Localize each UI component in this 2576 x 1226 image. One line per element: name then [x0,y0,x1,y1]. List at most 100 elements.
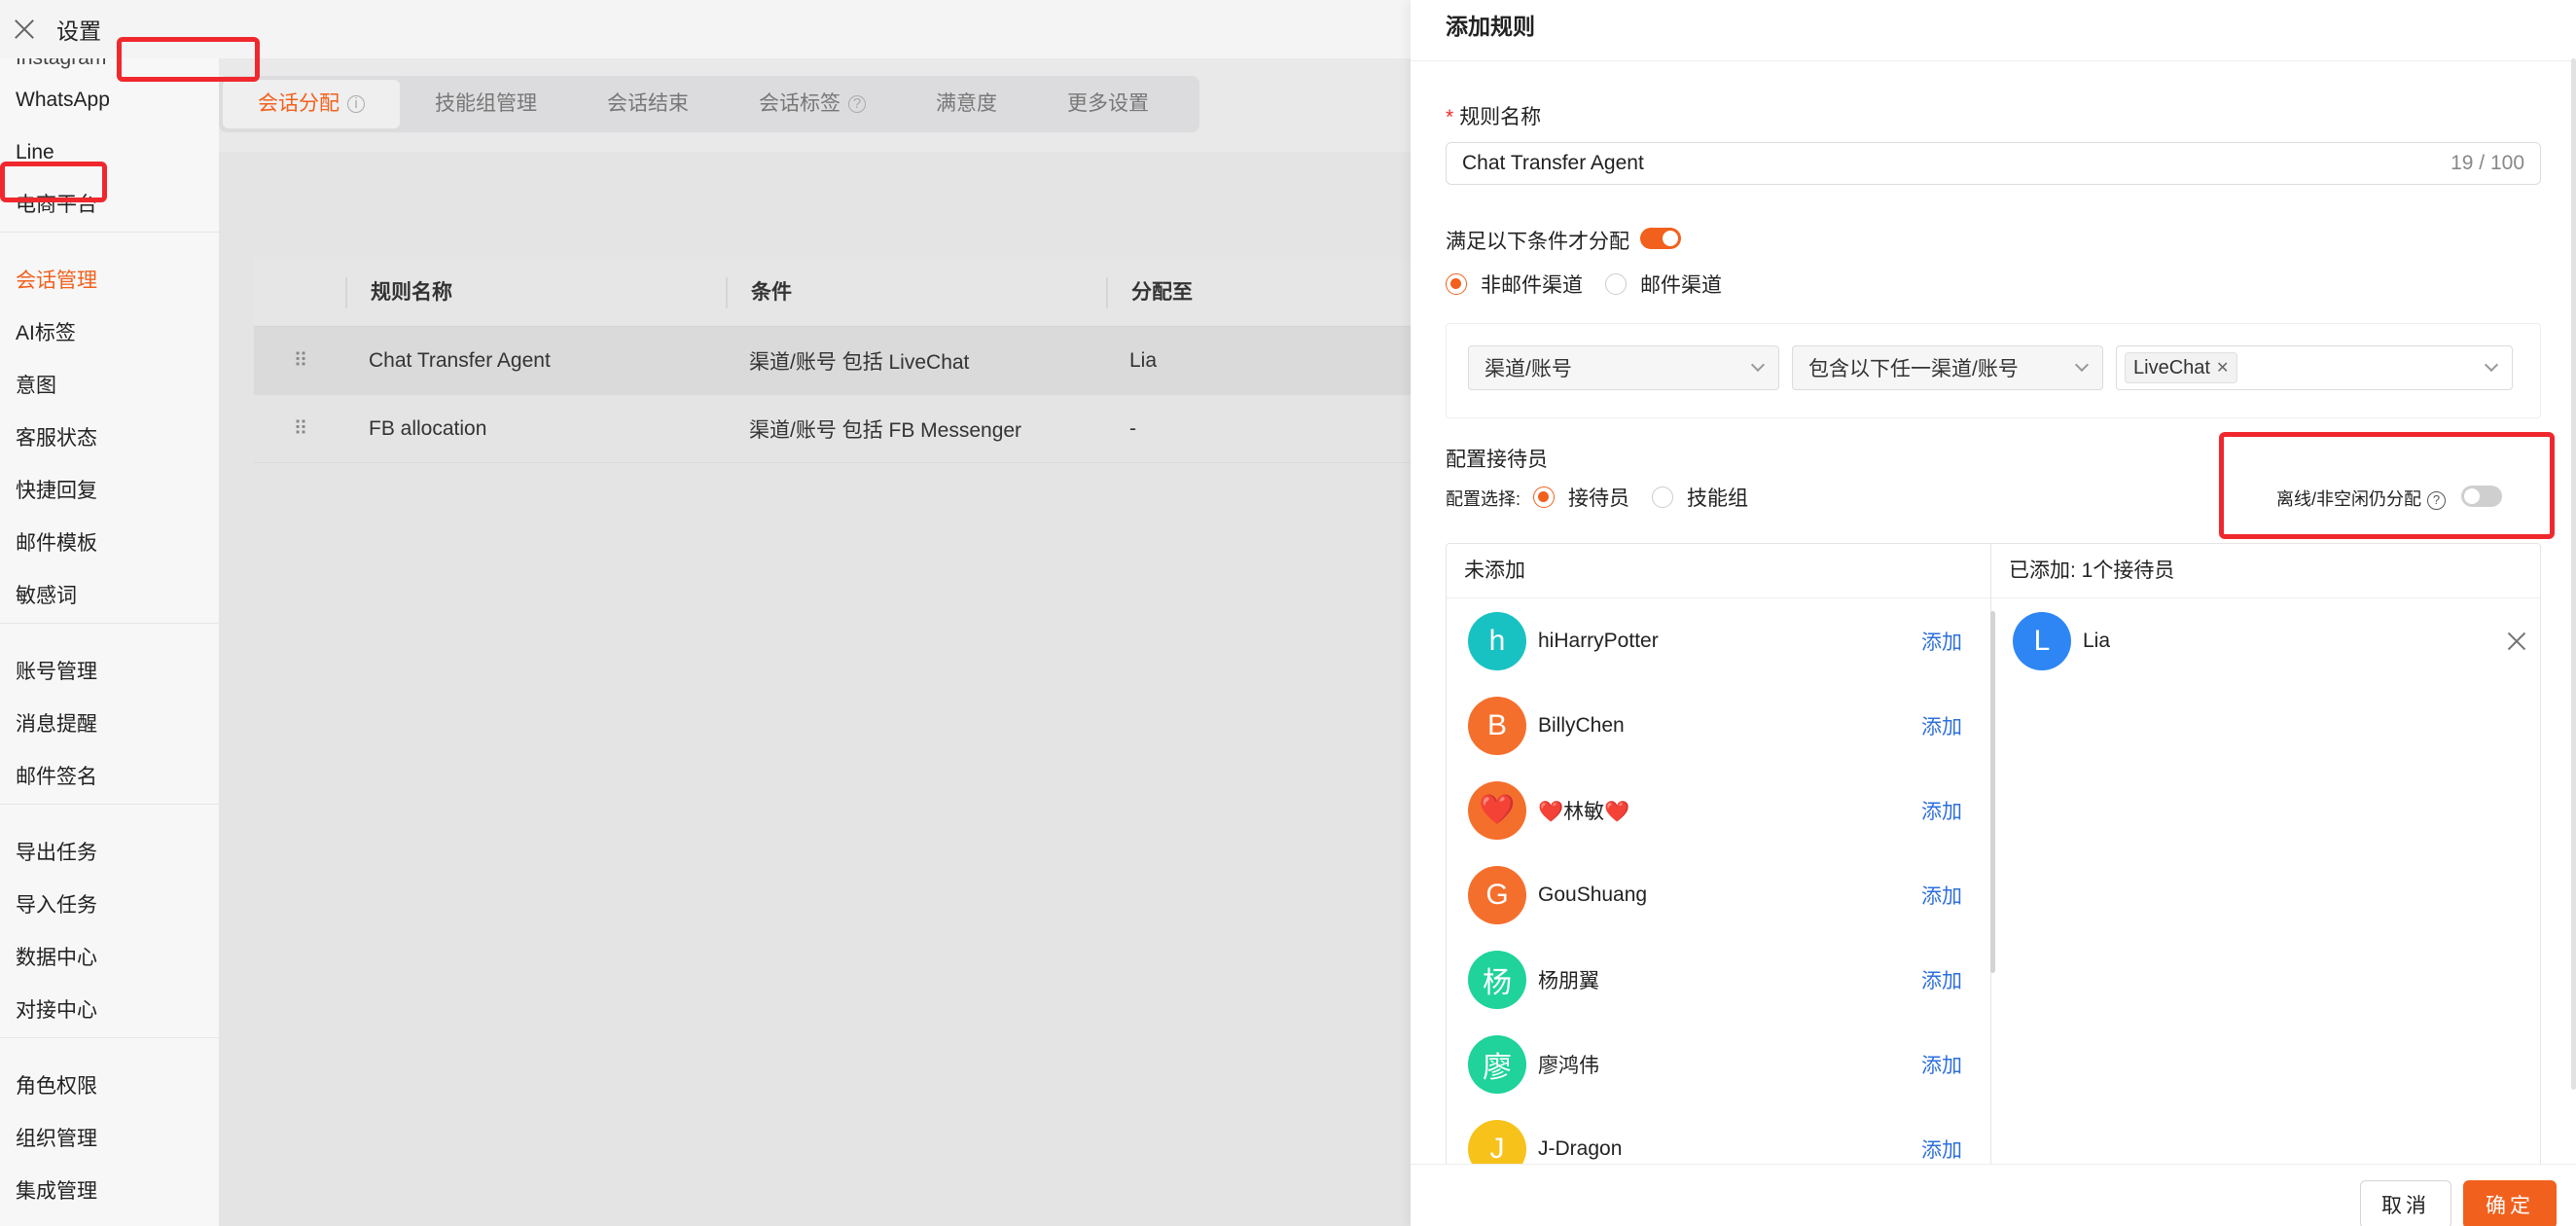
sidebar-item[interactable]: 邮件模板 [0,518,219,570]
tag-close-icon[interactable]: ✕ [2216,358,2229,378]
help-icon[interactable]: ? [2427,490,2447,510]
tab[interactable]: 技能组管理 [400,80,572,128]
radio-agent[interactable]: 接待员 [1533,483,1629,512]
tab[interactable]: 满意度 [901,80,1032,128]
cell-name: Chat Transfer Agent [369,348,551,372]
sidebar-divider [0,232,219,255]
agent-name: BillyChen [1538,713,1625,737]
info-icon: i [347,95,365,114]
table-header: 规则名称 条件 分配至 [254,259,1411,327]
radio-skill-group[interactable]: 技能组 [1652,483,1748,512]
radio-non-email-channel[interactable]: 非邮件渠道 [1446,270,1583,299]
sidebar-item[interactable]: 消息提醒 [0,699,219,751]
avatar: 廖 [1468,1034,1526,1094]
add-agent-button[interactable]: 添加 [1921,1050,1962,1079]
sidebar-item[interactable]: 会话管理 [0,255,219,307]
sidebar-divider [0,623,219,646]
available-agents-title: 未添加 [1447,544,1990,598]
condition-value-select[interactable]: LiveChat ✕ [2116,345,2513,390]
condition-field-select[interactable]: 渠道/账号 [1468,345,1779,390]
drag-handle-icon[interactable]: ⠿ [254,348,345,373]
agent-item: h hiHarryPotter 添加 [1447,598,1991,683]
add-rule-drawer: 添加规则 * 规则名称 Chat Transfer Agent 19 / 100 … [1411,0,2576,1226]
condition-row: 渠道/账号 包含以下任一渠道/账号 LiveChat ✕ [1446,323,2541,418]
sidebar-item[interactable]: 对接中心 [0,985,219,1037]
sidebar-item[interactable]: 邮件签名 [0,751,219,804]
table-row[interactable]: ⠿ FB allocation 渠道/账号 包括 FB Messenger - [254,395,1411,463]
sidebar-item[interactable]: 快捷回复 [0,465,219,518]
available-agents-panel: 未添加 h hiHarryPotter 添加 B BillyChen 添加 ❤️ ❤️林敏❤️… [1447,544,1991,1174]
sidebar-item[interactable]: AI标签 [0,307,219,360]
condition-switch-label: 满足以下条件才分配 [1446,231,1629,253]
tab[interactable]: 会话结束 [572,80,724,128]
condition-operator-select[interactable]: 包含以下任一渠道/账号 [1792,345,2103,390]
chevron-down-icon [2484,357,2499,373]
list-scrollbar[interactable] [1990,611,1995,973]
agent-name: GouShuang [1538,883,1648,906]
add-agent-button[interactable]: 添加 [1921,1135,1962,1164]
remove-icon[interactable] [2505,630,2528,653]
radio-unchecked-icon [1605,273,1627,295]
condition-switch[interactable] [1640,228,1681,249]
rule-name-input[interactable]: Chat Transfer Agent 19 / 100 [1446,142,2541,185]
sidebar-item[interactable]: Line [0,126,219,179]
tab[interactable]: 会话标签? [724,80,901,128]
sidebar-item[interactable]: 组织管理 [0,1113,219,1166]
tab-bar: 会话分配 i 技能组管理 会话结束 会话标签? 满意度 更多设置 [219,76,1199,132]
add-agent-button[interactable]: 添加 [1921,965,1962,994]
drawer-footer: 取消 确定 [1411,1164,2576,1226]
required-mark: * [1446,106,1454,128]
tab[interactable]: 会话分配 i [223,80,400,128]
settings-page: 设置 InstagramWhatsAppLine电商平台会话管理AI标签意图客服… [0,0,1411,1226]
available-agents-list: h hiHarryPotter 添加 B BillyChen 添加 ❤️ ❤️林敏❤️ 添加 G G… [1447,598,1991,1174]
column-header-assignee: 分配至 [1106,276,1398,308]
window-title: 设置 [56,18,101,44]
close-icon[interactable] [10,15,39,44]
sidebar-item[interactable]: 集成管理 [0,1166,219,1218]
sidebar-item[interactable]: 意图 [0,360,219,413]
sidebar-item[interactable]: 敏感词 [0,570,219,623]
main-content: 会话分配 i 技能组管理 会话结束 会话标签? 满意度 更多设置 规则名称 条件 分配至 ⠿… [219,58,1411,1226]
add-agent-button[interactable]: 添加 [1921,796,1962,825]
help-icon: ? [848,95,866,114]
cancel-button[interactable]: 取消 [2360,1180,2451,1226]
agent-name: ❤️林敏❤️ [1538,800,1630,823]
table-row[interactable]: ⠿ Chat Transfer Agent 渠道/账号 包括 LiveChat Lia [254,327,1411,395]
added-agents-title: 已添加: 1个接待员 [1991,544,2540,598]
agent-item: G GouShuang 添加 [1447,852,1991,937]
agents-section-label: 配置接待员 [1446,449,1548,471]
sidebar-item[interactable]: WhatsApp [0,74,219,126]
radio-email-channel[interactable]: 邮件渠道 [1605,270,1722,299]
sidebar-item[interactable]: 电商平台 [0,179,219,232]
offline-assign-label: 离线/非空闲仍分配? [2276,486,2447,511]
sidebar-divider [0,804,219,827]
sidebar: InstagramWhatsAppLine电商平台会话管理AI标签意图客服状态快… [0,58,219,1226]
column-header-name: 规则名称 [345,276,726,308]
agent-name: hiHarryPotter [1538,629,1659,652]
confirm-button[interactable]: 确定 [2463,1180,2557,1226]
column-header-condition: 条件 [726,276,1106,308]
add-agent-button[interactable]: 添加 [1921,627,1962,656]
rules-table: 规则名称 条件 分配至 ⠿ Chat Transfer Agent 渠道/账号 包括… [254,259,1411,463]
sidebar-item[interactable]: 导出任务 [0,827,219,880]
tab[interactable]: 更多设置 [1032,80,1184,128]
sidebar-item[interactable]: 导入任务 [0,880,219,932]
chevron-down-icon [1750,357,1766,373]
avatar: 杨 [1468,950,1526,1009]
agent-select-label: 配置选择: [1446,489,1521,509]
add-agent-button[interactable]: 添加 [1921,711,1962,740]
drag-handle-icon[interactable]: ⠿ [254,416,345,441]
cell-condition: 渠道/账号 包括 LiveChat [749,350,970,374]
offline-assign-switch[interactable] [2461,486,2502,507]
add-agent-button[interactable]: 添加 [1921,881,1962,910]
sidebar-item[interactable]: Instagram [0,58,219,74]
sidebar-item[interactable]: 角色权限 [0,1061,219,1113]
avatar: h [1468,611,1526,670]
agent-item: L Lia [1991,598,2540,683]
sidebar-item[interactable]: 账号管理 [0,646,219,699]
sidebar-item[interactable]: 数据中心 [0,932,219,985]
sidebar-item[interactable]: 客服状态 [0,413,219,465]
agent-name: 杨朋翼 [1538,969,1599,992]
chevron-down-icon [2074,357,2090,373]
drawer-scrollbar[interactable] [2571,58,2576,1090]
